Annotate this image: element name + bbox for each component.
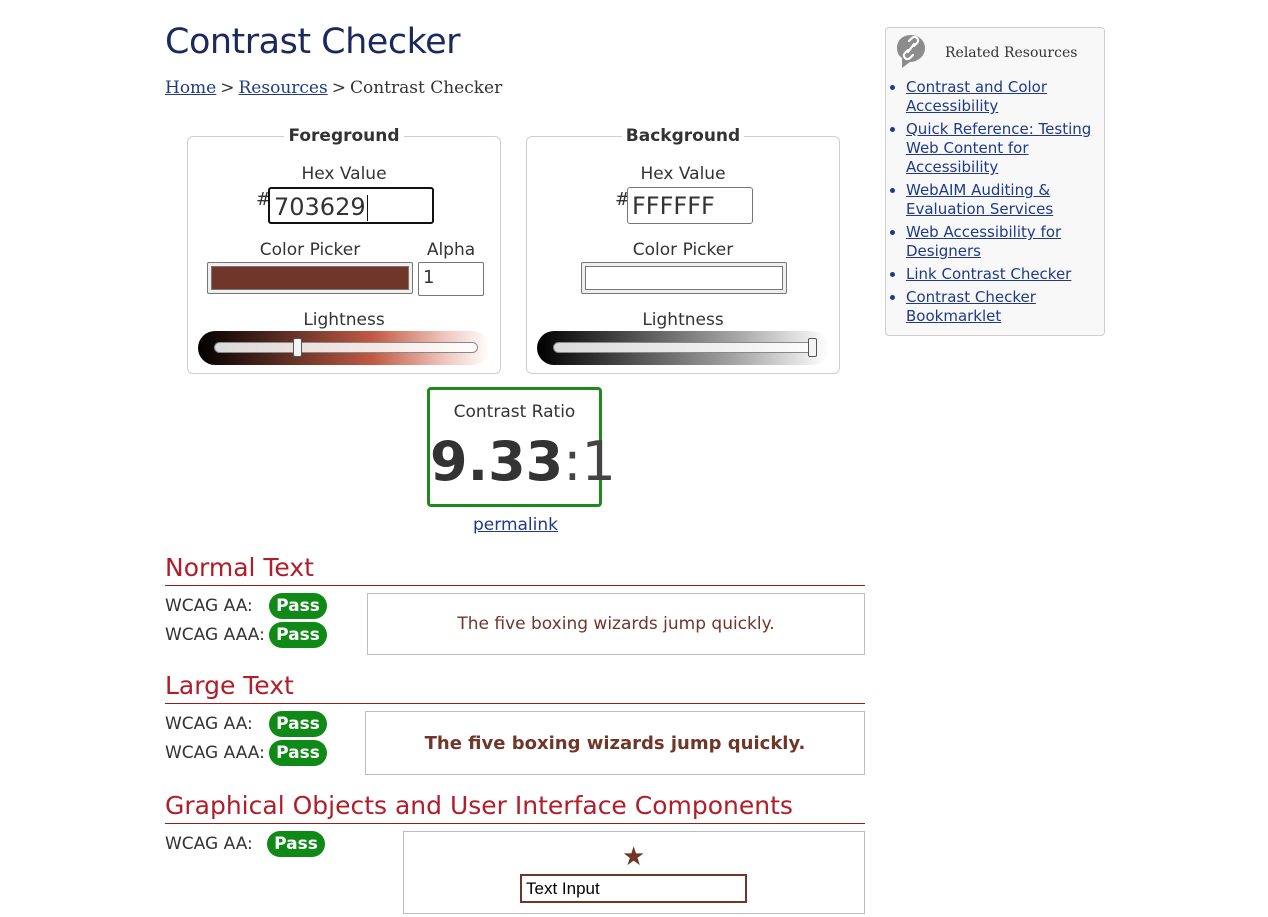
foreground-hex-input[interactable]: 703629 (268, 187, 434, 224)
breadcrumb-home-link[interactable]: Home (165, 78, 216, 98)
background-lightness-thumb[interactable] (808, 338, 817, 357)
resource-link[interactable]: Contrast Checker Bookmarklet (906, 288, 1036, 325)
contrast-ratio-number: 9.33 (430, 430, 564, 493)
background-color-picker[interactable] (581, 262, 787, 294)
slider-track (214, 342, 478, 353)
resource-link[interactable]: WebAIM Auditing & Evaluation Services (906, 181, 1053, 218)
resource-link[interactable]: Quick Reference: Testing Web Content for… (906, 120, 1091, 176)
breadcrumb-separator: > (220, 78, 235, 98)
background-color-swatch (585, 266, 783, 290)
background-hex-label: Hex Value (640, 164, 726, 184)
foreground-alpha-label: Alpha (426, 240, 476, 260)
breadcrumb-current: Contrast Checker (349, 78, 503, 98)
large-aaa-label: WCAG AAA: (165, 743, 265, 763)
normal-aaa-pass-badge: Pass (269, 622, 327, 648)
foreground-lightness-label: Lightness (303, 310, 385, 330)
background-lightness-slider[interactable] (537, 331, 829, 365)
background-picker-label: Color Picker (632, 240, 734, 260)
large-aa-label: WCAG AA: (165, 714, 253, 734)
normal-aa-label: WCAG AA: (165, 596, 253, 616)
large-aa-pass-badge: Pass (269, 711, 327, 737)
large-text-heading: Large Text (165, 671, 865, 704)
breadcrumb: Home > Resources > Contrast Checker (165, 78, 502, 98)
resource-link[interactable]: Contrast and Color Accessibility (906, 78, 1047, 115)
breadcrumb-resources-link[interactable]: Resources (239, 78, 328, 98)
contrast-ratio-label: Contrast Ratio (453, 402, 576, 422)
graphical-aa-label: WCAG AA: (165, 834, 253, 854)
related-resources-sidebar: Related Resources Contrast and Color Acc… (885, 27, 1105, 336)
related-resources-title: Related Resources (945, 45, 1078, 61)
graphical-aa-pass-badge: Pass (267, 831, 325, 857)
background-lightness-label: Lightness (642, 310, 724, 330)
large-text-sample: The five boxing wizards jump quickly. (365, 711, 865, 775)
star-icon: ★ (622, 842, 646, 872)
breadcrumb-separator: > (331, 78, 346, 98)
resource-link[interactable]: Web Accessibility for Designers (906, 223, 1061, 260)
list-item: Contrast Checker Bookmarklet (906, 288, 1106, 326)
permalink-link[interactable]: permalink (473, 515, 558, 535)
foreground-picker-label: Color Picker (259, 240, 361, 260)
resource-link[interactable]: Link Contrast Checker (906, 265, 1071, 283)
foreground-lightness-slider[interactable] (198, 331, 490, 365)
sample-text-input[interactable]: Text Input (520, 874, 747, 903)
foreground-panel: Foreground Hex Value # 703629 Color Pick… (187, 126, 501, 374)
list-item: Quick Reference: Testing Web Content for… (906, 120, 1106, 177)
page-title: Contrast Checker (165, 22, 461, 62)
background-hex-input[interactable]: FFFFFF (627, 187, 753, 224)
related-resources-list: Contrast and Color Accessibility Quick R… (886, 78, 1106, 330)
normal-text-heading: Normal Text (165, 553, 865, 586)
contrast-ratio-value: 9.33:1 (430, 430, 616, 494)
foreground-hex-value: 703629 (274, 193, 366, 221)
contrast-ratio-separator: : (563, 430, 582, 493)
foreground-legend: Foreground (284, 126, 404, 146)
background-panel: Background Hex Value # FFFFFF Color Pick… (526, 126, 840, 374)
foreground-color-swatch (211, 266, 409, 290)
contrast-ratio-box: Contrast Ratio 9.33:1 (427, 387, 616, 507)
graphical-objects-sample: ★ Text Input (403, 831, 865, 914)
normal-text-sample: The five boxing wizards jump quickly. (367, 593, 865, 655)
foreground-color-picker[interactable] (207, 262, 413, 294)
foreground-alpha-input[interactable]: 1 (418, 262, 484, 296)
list-item: Contrast and Color Accessibility (906, 78, 1106, 116)
contrast-ratio-denominator: 1 (581, 430, 616, 493)
normal-aa-pass-badge: Pass (269, 593, 327, 619)
large-aaa-pass-badge: Pass (269, 740, 327, 766)
foreground-hex-label: Hex Value (301, 164, 387, 184)
link-icon (897, 35, 925, 68)
normal-aaa-label: WCAG AAA: (165, 625, 265, 645)
foreground-lightness-thumb[interactable] (293, 338, 302, 357)
graphical-objects-heading: Graphical Objects and User Interface Com… (165, 791, 865, 824)
list-item: Web Accessibility for Designers (906, 223, 1106, 261)
list-item: Link Contrast Checker (906, 265, 1106, 284)
text-caret (366, 195, 368, 221)
slider-track (553, 342, 817, 353)
background-legend: Background (621, 126, 745, 146)
list-item: WebAIM Auditing & Evaluation Services (906, 181, 1106, 219)
